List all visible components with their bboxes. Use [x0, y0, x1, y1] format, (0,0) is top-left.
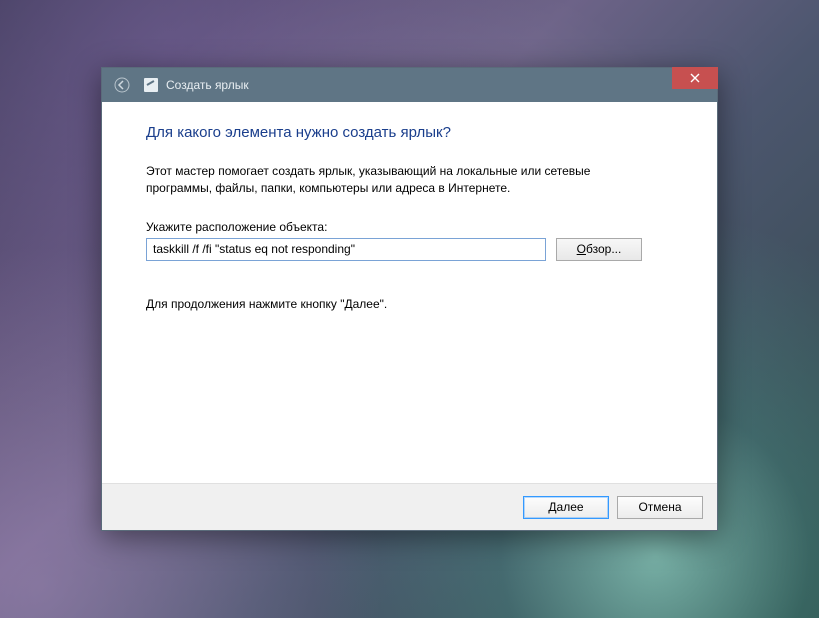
next-rest: алее — [557, 500, 584, 514]
close-icon — [690, 73, 700, 83]
shortcut-icon — [144, 78, 158, 92]
browse-accelerator: О — [577, 242, 586, 256]
wizard-footer: Далее Отмена — [102, 483, 717, 530]
window-title: Создать ярлык — [166, 78, 249, 92]
cancel-label: Отмена — [638, 500, 681, 514]
continue-hint: Для продолжения нажмите кнопку "Далее". — [146, 297, 673, 311]
titlebar: Создать ярлык — [102, 68, 717, 102]
browse-rest: бзор... — [586, 242, 621, 256]
next-button[interactable]: Далее — [523, 496, 609, 519]
location-label: Укажите расположение объекта: — [146, 220, 673, 234]
create-shortcut-wizard-window: Создать ярлык Для какого элемента нужно … — [101, 67, 718, 531]
location-row: Обзор... — [146, 238, 673, 261]
cancel-button[interactable]: Отмена — [617, 496, 703, 519]
wizard-content: Для какого элемента нужно создать ярлык?… — [102, 102, 717, 483]
location-input[interactable] — [146, 238, 546, 261]
next-accelerator: Д — [548, 500, 556, 514]
wizard-description: Этот мастер помогает создать ярлык, указ… — [146, 163, 656, 198]
browse-button[interactable]: Обзор... — [556, 238, 642, 261]
back-button[interactable] — [110, 73, 134, 97]
wizard-heading: Для какого элемента нужно создать ярлык? — [146, 124, 673, 141]
close-button[interactable] — [672, 67, 718, 89]
back-arrow-icon — [114, 77, 130, 93]
